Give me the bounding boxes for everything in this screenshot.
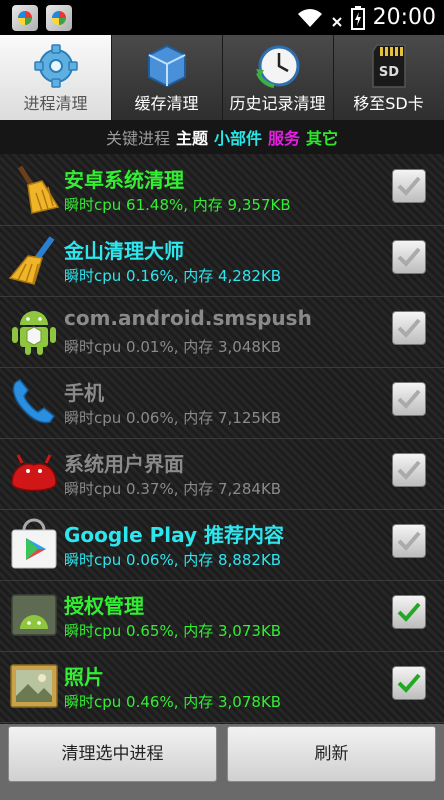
tab-bar: 进程清理 缓存清理 历史记录清理 SD 移至SD卡 xyxy=(0,35,444,120)
process-row[interactable]: 安卓系统清理 瞬时cpu 61.48%, 内存 9,357KB xyxy=(0,154,444,226)
clock-icon xyxy=(255,45,299,88)
android-icon xyxy=(12,311,56,355)
process-checkbox[interactable] xyxy=(392,169,426,203)
process-checkbox[interactable] xyxy=(392,666,426,700)
process-list: 安卓系统清理 瞬时cpu 61.48%, 内存 9,357KB 金山清理大师 瞬… xyxy=(0,154,444,724)
process-name: 系统用户界面 xyxy=(64,452,184,476)
tab-label: 历史记录清理 xyxy=(229,94,326,113)
check-icon xyxy=(397,318,421,338)
process-row[interactable]: com.android.smspush 瞬时cpu 0.01%, 内存 3,04… xyxy=(0,296,444,368)
category-widgets[interactable]: 小部件 xyxy=(214,125,262,149)
gear-icon xyxy=(33,44,78,88)
check-icon xyxy=(397,531,421,551)
process-checkbox[interactable] xyxy=(392,524,426,558)
process-stats: 瞬时cpu 0.16%, 内存 4,282KB xyxy=(64,267,282,285)
cube-icon xyxy=(147,44,186,88)
process-name: 金山清理大师 xyxy=(64,239,184,263)
process-checkbox[interactable] xyxy=(392,311,426,345)
check-icon xyxy=(397,673,421,693)
process-name: 照片 xyxy=(64,665,104,689)
process-name: 手机 xyxy=(64,381,104,405)
tab-process-clean[interactable]: 进程清理 xyxy=(0,35,112,120)
check-icon xyxy=(397,460,421,480)
check-icon xyxy=(397,176,421,196)
check-icon xyxy=(397,602,421,622)
process-row[interactable]: Google Play 推荐内容 瞬时cpu 0.06%, 内存 8,882KB xyxy=(0,509,444,581)
process-name: Google Play 推荐内容 xyxy=(64,523,284,547)
app-notification-icon xyxy=(46,5,72,31)
process-checkbox[interactable] xyxy=(392,240,426,274)
category-services[interactable]: 服务 xyxy=(268,125,300,149)
category-others[interactable]: 其它 xyxy=(306,125,338,149)
check-icon xyxy=(397,247,421,267)
process-stats: 瞬时cpu 0.46%, 内存 3,078KB xyxy=(64,693,282,711)
broom-icon xyxy=(17,165,60,214)
refresh-button[interactable]: 刷新 xyxy=(227,726,436,782)
phone-icon xyxy=(12,379,56,424)
process-stats: 瞬时cpu 0.37%, 内存 7,284KB xyxy=(64,480,282,498)
category-filter-bar: 关键进程 主题 小部件 服务 其它 xyxy=(0,120,444,154)
category-theme[interactable]: 主题 xyxy=(176,125,208,149)
category-key-processes[interactable]: 关键进程 xyxy=(106,125,170,149)
process-row[interactable]: 系统用户界面 瞬时cpu 0.37%, 内存 7,284KB xyxy=(0,438,444,510)
tab-label: 缓存清理 xyxy=(134,94,199,113)
battery-icon xyxy=(350,5,365,30)
process-stats: 瞬时cpu 0.06%, 内存 8,882KB xyxy=(64,551,282,569)
check-icon xyxy=(397,389,421,409)
tab-history-clean[interactable]: 历史记录清理 xyxy=(222,35,334,120)
process-checkbox[interactable] xyxy=(392,382,426,416)
process-checkbox[interactable] xyxy=(392,453,426,487)
tab-label: 移至SD卡 xyxy=(353,94,424,113)
broom-blue-icon xyxy=(8,236,55,285)
wifi-icon xyxy=(297,8,322,27)
photo-icon xyxy=(10,664,58,708)
process-name: com.android.smspush xyxy=(64,306,312,330)
clock-time: 20:00 xyxy=(372,5,436,30)
play-store-icon xyxy=(11,518,57,569)
status-bar: 20:00 xyxy=(0,0,444,35)
process-row[interactable]: 金山清理大师 瞬时cpu 0.16%, 内存 4,282KB xyxy=(0,225,444,297)
process-row[interactable]: 授权管理 瞬时cpu 0.65%, 内存 3,073KB xyxy=(0,580,444,652)
process-checkbox[interactable] xyxy=(392,595,426,629)
app-notification-icon xyxy=(12,5,38,31)
clean-selected-button[interactable]: 清理选中进程 xyxy=(8,726,217,782)
process-name: 安卓系统清理 xyxy=(64,168,184,192)
process-stats: 瞬时cpu 0.06%, 内存 7,125KB xyxy=(64,409,282,427)
sd-card-icon: SD xyxy=(371,44,406,88)
tab-move-to-sd[interactable]: SD 移至SD卡 xyxy=(333,35,444,120)
process-row[interactable]: 照片 瞬时cpu 0.46%, 内存 3,078KB xyxy=(0,651,444,723)
process-name: 授权管理 xyxy=(64,594,144,618)
process-stats: 瞬时cpu 61.48%, 内存 9,357KB xyxy=(64,196,291,214)
android-folder-icon xyxy=(11,594,57,636)
process-row[interactable]: 手机 瞬时cpu 0.06%, 内存 7,125KB xyxy=(0,367,444,439)
process-stats: 瞬时cpu 0.65%, 内存 3,073KB xyxy=(64,622,282,640)
signal-off-icon xyxy=(331,16,342,27)
tab-cache-clean[interactable]: 缓存清理 xyxy=(111,35,223,120)
tab-label: 进程清理 xyxy=(23,94,88,113)
process-stats: 瞬时cpu 0.01%, 内存 3,048KB xyxy=(64,338,282,356)
jellybean-icon xyxy=(11,454,57,492)
svg-text:SD: SD xyxy=(378,65,398,80)
bottom-action-bar: 清理选中进程 刷新 xyxy=(0,724,444,800)
